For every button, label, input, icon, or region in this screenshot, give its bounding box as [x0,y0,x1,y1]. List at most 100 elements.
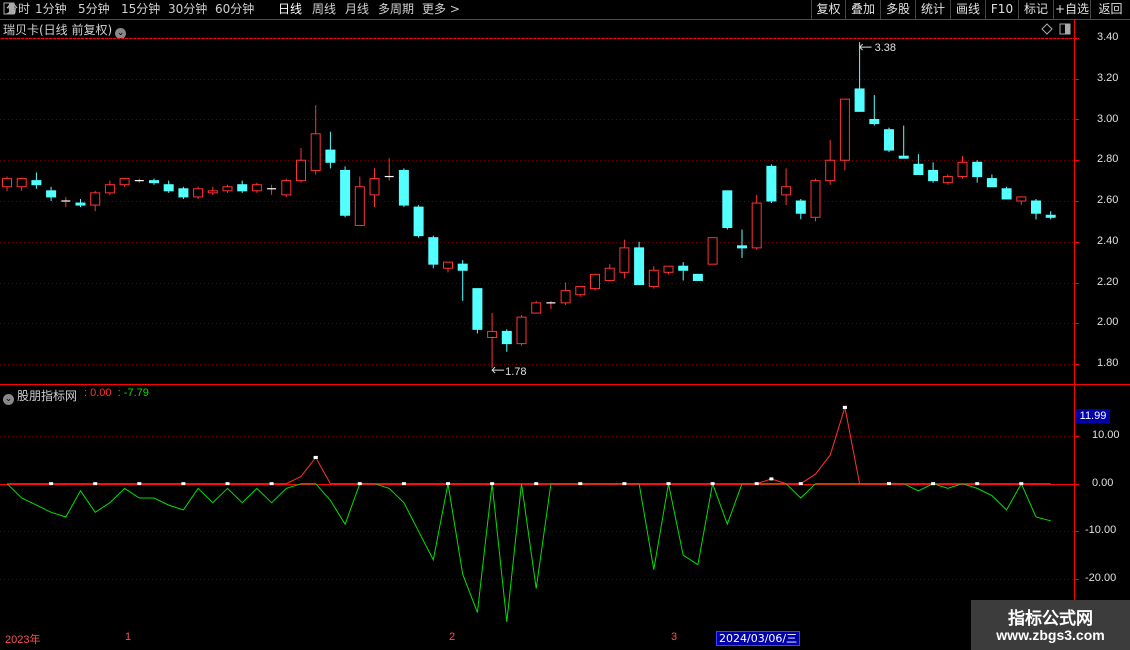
time-axis [0,630,1130,650]
toolbar-button-1[interactable]: 叠加 [845,0,880,19]
window-icon [1059,23,1071,35]
indicator-marker [534,482,539,486]
candle-body-up [281,180,292,196]
price-axis-label: 1.80 [1097,357,1119,369]
period-tab-9[interactable]: 多周期 [378,2,414,17]
candle-body-up [2,178,12,188]
period-tab-1[interactable]: 1分钟 [35,2,67,17]
period-tab-5[interactable]: 60分钟 [215,2,254,17]
candle-body-up [781,186,792,196]
period-tab-0[interactable]: 分时 [6,2,30,17]
candle-body-up [957,161,968,178]
toolbar-button-5[interactable]: F10 [985,0,1018,19]
indicator-marker [446,482,450,486]
indicator-marker [93,482,98,486]
indicator-axis-label: -10.00 [1085,524,1117,537]
period-tab-7[interactable]: 周线 [312,2,336,17]
candle-body-up [251,184,262,192]
toolbar-button-4[interactable]: 画线 [950,0,985,19]
chevron-down-icon[interactable]: ⌄ [115,28,127,39]
candle-body-down [31,180,42,186]
period-tab-8[interactable]: 月线 [345,2,369,17]
period-tab-6[interactable]: 日线 [278,2,302,17]
indicator-marker [842,405,847,409]
candle-body-up [590,273,600,290]
watermark: 指标公式网 www.zbgs3.com [971,600,1130,650]
indicator-value-green: : -7.79 [114,387,149,399]
indicator-title: ⌄ 股朋指标网 [3,387,77,405]
candle-body-down [737,245,747,249]
indicator-marker [754,482,759,486]
price-axis-label: 2.20 [1097,275,1119,288]
price-axis-label: 3.40 [1097,31,1119,43]
candle-body-down [457,263,468,271]
candle-body-down [766,165,777,202]
candle-body-down [678,265,689,271]
low-arrow [491,366,505,374]
candle-body-down [163,184,174,192]
candle-body-up [487,330,498,339]
toolbar-button-2[interactable]: 多股 [880,0,915,19]
indicator-marker [181,482,186,486]
period-tab-3[interactable]: 15分钟 [121,2,160,17]
chevron-down-icon[interactable]: ⌄ [3,394,14,405]
toolbar-button-8[interactable]: 返回 [1090,0,1130,19]
candle-body-up [369,178,380,196]
toolbar-button-0[interactable]: 复权 [811,0,845,19]
period-tab-10[interactable]: 更多 > [422,2,460,17]
candle-body-down [75,202,86,206]
indicator-marker [887,482,891,486]
candle-body-up [516,316,527,345]
period-tab-2[interactable]: 5分钟 [78,2,110,17]
indicator-marker [798,482,803,486]
candle-body-up [222,186,233,192]
candle-body-down [325,149,336,163]
window-icon-half [1065,24,1070,34]
candle-body-down [869,119,880,125]
indicator-marker [666,482,671,486]
candle-body-up [1016,196,1027,202]
candle-body-up [604,267,615,281]
candle-body-up [296,159,306,182]
stock-name: 瑞贝卡(日线 前复权) [3,23,113,37]
time-axis-label: 2 [449,631,456,643]
watermark-url: www.zbgs3.com [996,627,1105,643]
candle-body-up [575,286,586,296]
toolbar-button-7[interactable]: +自选 [1053,0,1090,19]
price-axis-label: 2.60 [1097,194,1119,206]
high-arrow [858,43,872,51]
toolbar-button-6[interactable]: 标记 [1018,0,1053,19]
candle-body-down [398,169,409,206]
candle-body-up [663,265,674,273]
candle-body-down [795,200,806,214]
toolbar: 分时 1分钟 5分钟 15分钟 30分钟 60分钟 日线 周线 月线 多周期 更多 > 复权 叠加 多股… [0,0,1130,20]
candle-body-down [722,190,733,228]
indicator-peak-marker [842,405,847,409]
candle-body-up [839,98,850,161]
candle-body-down [972,161,983,178]
period-tab-4[interactable]: 30分钟 [168,2,207,17]
indicator-marker [490,482,495,486]
indicator-marker [710,482,715,486]
indicator-last-value: 11.99 [1076,409,1110,423]
cursor-date: 2024/03/06/三 [716,631,801,646]
price-chart[interactable]: 3.38 1.78 [0,0,1130,650]
indicator-axis-label: -20.00 [1085,572,1117,584]
indicator-axis-label: 10.00 [1092,429,1120,441]
candle-body-up [207,190,218,194]
chart-title: 瑞贝卡(日线 前复权) ⌄ [3,21,127,39]
candle-body-down [986,178,997,188]
indicator-name: 股朋指标网 [17,389,78,403]
toolbar-button-3[interactable]: 统计 [915,0,950,19]
indicator-green-line [6,481,1051,622]
candle-body-down [149,180,159,184]
indicator-marker [313,455,318,459]
watermark-title: 指标公式网 [1008,609,1093,629]
time-axis-label: 3 [671,631,678,643]
candle-body-down [413,206,424,237]
candle-body-up [751,202,762,249]
candle-body-up [310,133,321,171]
candle-body-up [560,290,571,304]
candle-body-down [928,169,939,182]
candle-body-down [428,237,439,265]
